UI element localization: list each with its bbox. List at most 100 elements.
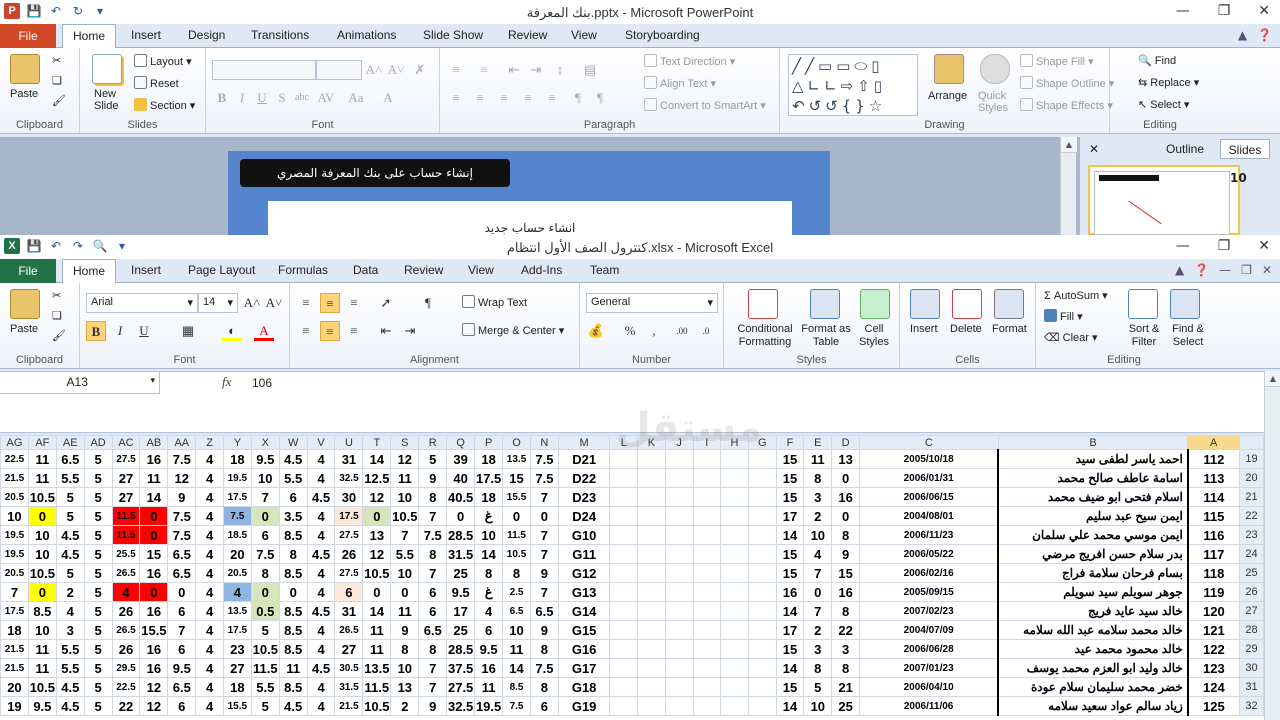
cell[interactable]: 14: [502, 658, 531, 678]
cell[interactable]: 3: [55, 620, 85, 640]
cell[interactable]: [664, 544, 694, 564]
cell[interactable]: 31: [334, 449, 364, 469]
bullets-icon[interactable]: ≡: [446, 60, 466, 80]
cell[interactable]: 0: [278, 582, 308, 602]
cell[interactable]: 7: [529, 582, 559, 602]
cell[interactable]: 122: [1187, 639, 1240, 659]
grow-font-icon[interactable]: A˄: [364, 60, 384, 80]
cell[interactable]: 7.5: [529, 658, 559, 678]
cell[interactable]: 9: [831, 544, 861, 564]
cell[interactable]: 4: [306, 677, 336, 697]
cell[interactable]: 0: [362, 582, 392, 602]
cell[interactable]: خالد وليد ابو العزم محمد يوسف: [997, 658, 1189, 678]
column-header[interactable]: K: [637, 435, 666, 450]
cell[interactable]: 4: [222, 582, 252, 602]
cell[interactable]: 2006/02/16: [859, 563, 999, 583]
cell[interactable]: 12.5: [362, 468, 392, 488]
copy-icon[interactable]: ❏: [52, 74, 62, 87]
cell[interactable]: 14: [775, 658, 805, 678]
cell[interactable]: 6: [418, 582, 448, 602]
find-button[interactable]: 🔍 Find: [1138, 54, 1176, 67]
cell[interactable]: 12: [139, 696, 169, 716]
column-header[interactable]: C: [859, 435, 999, 450]
distributed-icon[interactable]: ≡: [542, 88, 562, 108]
cell[interactable]: اسامة عاطف صالح محمد: [997, 468, 1189, 488]
cell[interactable]: 16: [139, 449, 169, 469]
cell[interactable]: 120: [1187, 601, 1240, 621]
delete-cells-icon[interactable]: [952, 289, 982, 319]
column-header[interactable]: G: [747, 435, 777, 450]
cell[interactable]: [664, 468, 694, 488]
cell[interactable]: 5: [83, 563, 113, 583]
cell[interactable]: [747, 677, 777, 697]
cell[interactable]: 4: [803, 544, 833, 564]
cell[interactable]: 26.5: [334, 620, 364, 640]
cell[interactable]: 7.5: [529, 449, 559, 469]
cell[interactable]: 7.5: [529, 468, 559, 488]
select-all-corner[interactable]: [1238, 435, 1264, 450]
cell[interactable]: 10.5: [390, 506, 420, 526]
cell[interactable]: 7: [418, 677, 448, 697]
cell[interactable]: [720, 544, 749, 564]
cell[interactable]: 2006/05/22: [859, 544, 999, 564]
excel-file-tab[interactable]: File: [0, 259, 56, 283]
insert-function-icon[interactable]: fx: [222, 374, 231, 390]
cell[interactable]: 10: [27, 620, 57, 640]
cell[interactable]: 7.5: [502, 696, 531, 716]
cell[interactable]: 6.5: [167, 677, 197, 697]
cell[interactable]: 0: [27, 582, 57, 602]
cell[interactable]: 28.5: [446, 525, 476, 545]
cell[interactable]: [692, 525, 722, 545]
cell[interactable]: [720, 506, 749, 526]
shape-effects-button[interactable]: Shape Effects ▾: [1020, 98, 1113, 112]
cell[interactable]: 10.5: [502, 544, 531, 564]
orientation-icon[interactable]: ➚: [376, 293, 396, 313]
cell[interactable]: 2007/01/23: [859, 658, 999, 678]
cell[interactable]: [664, 601, 694, 621]
cell[interactable]: 10: [27, 525, 57, 545]
cell[interactable]: 6: [167, 601, 197, 621]
accounting-format-icon[interactable]: 💰: [586, 321, 606, 341]
column-header[interactable]: S: [390, 435, 420, 450]
cell[interactable]: 21: [831, 677, 861, 697]
cell[interactable]: [720, 620, 749, 640]
cell[interactable]: 4: [195, 601, 224, 621]
cell[interactable]: [637, 696, 666, 716]
cell[interactable]: 15: [139, 544, 169, 564]
cell[interactable]: 16: [831, 582, 861, 602]
cell[interactable]: [609, 601, 639, 621]
insert-cells-icon[interactable]: [910, 289, 940, 319]
cell[interactable]: [720, 563, 749, 583]
cell[interactable]: 7: [803, 563, 833, 583]
shrink-font-icon[interactable]: A˅: [386, 60, 406, 80]
cell[interactable]: 25: [831, 696, 861, 716]
cell[interactable]: 40: [446, 468, 476, 488]
cell[interactable]: 11: [362, 639, 392, 659]
cell[interactable]: 4: [111, 582, 141, 602]
workbook-restore-icon[interactable]: ❐: [1241, 263, 1252, 277]
cell[interactable]: 8.5: [502, 677, 531, 697]
cell[interactable]: 4: [195, 620, 224, 640]
cell[interactable]: 21.5: [334, 696, 364, 716]
cell[interactable]: [747, 620, 777, 640]
align-center-icon[interactable]: ≡: [470, 88, 490, 108]
cell[interactable]: 6: [278, 487, 308, 507]
cell[interactable]: 40.5: [446, 487, 476, 507]
cell[interactable]: 20.5: [0, 563, 29, 583]
cell[interactable]: 118: [1187, 563, 1240, 583]
ltr-icon[interactable]: ¶: [568, 88, 588, 108]
cell[interactable]: [692, 601, 722, 621]
cell[interactable]: 9: [529, 620, 559, 640]
cell[interactable]: 11: [27, 658, 57, 678]
cell[interactable]: 16: [139, 658, 169, 678]
cell[interactable]: 10.5: [250, 639, 280, 659]
cell[interactable]: 5.5: [390, 544, 420, 564]
cell[interactable]: [664, 620, 694, 640]
cell[interactable]: 4.5: [55, 525, 85, 545]
italic-icon[interactable]: I: [110, 321, 130, 341]
cell[interactable]: 10: [803, 525, 833, 545]
cell[interactable]: [637, 677, 666, 697]
cell[interactable]: ايمن موسي محمد علي سلمان: [997, 525, 1189, 545]
cell[interactable]: 5: [83, 601, 113, 621]
cell[interactable]: 0: [502, 506, 531, 526]
